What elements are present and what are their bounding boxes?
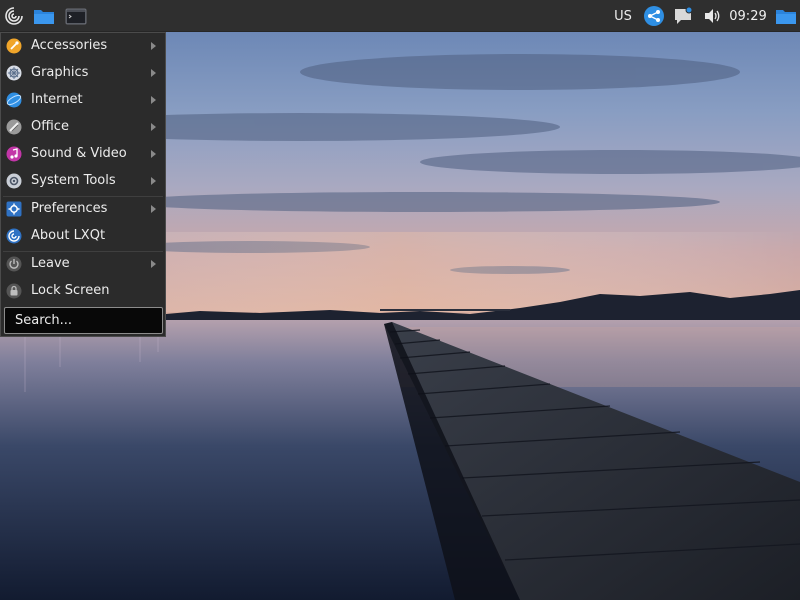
sound-video-icon bbox=[6, 146, 22, 162]
menu-item-system-tools[interactable]: System Tools bbox=[1, 168, 165, 195]
leave-icon bbox=[6, 256, 22, 272]
file-manager-launcher[interactable] bbox=[30, 0, 58, 32]
submenu-arrow-icon bbox=[151, 150, 156, 158]
clock[interactable]: 09:29 bbox=[726, 0, 770, 32]
menu-item-label: Leave bbox=[31, 256, 70, 271]
graphics-icon bbox=[6, 65, 22, 81]
menu-item-label: Accessories bbox=[31, 38, 108, 53]
submenu-arrow-icon bbox=[151, 96, 156, 104]
menu-item-label: Lock Screen bbox=[31, 283, 110, 298]
volume-icon bbox=[705, 9, 720, 23]
share-network-icon bbox=[644, 6, 664, 26]
network-tray-button[interactable] bbox=[641, 0, 667, 32]
lxqt-logo-icon bbox=[5, 7, 23, 25]
show-desktop-button[interactable] bbox=[772, 0, 800, 32]
terminal-launcher[interactable] bbox=[62, 0, 90, 32]
main-menu-button[interactable] bbox=[0, 0, 28, 32]
menu-item-label: Internet bbox=[31, 92, 83, 107]
menu-item-internet[interactable]: Internet bbox=[1, 87, 165, 114]
submenu-arrow-icon bbox=[151, 69, 156, 77]
submenu-arrow-icon bbox=[151, 205, 156, 213]
notifications-tray-button[interactable] bbox=[670, 0, 696, 32]
menu-item-preferences[interactable]: Preferences bbox=[1, 196, 165, 223]
menu-search-input[interactable] bbox=[5, 308, 162, 333]
internet-icon bbox=[6, 92, 22, 108]
submenu-arrow-icon bbox=[151, 123, 156, 131]
folder-icon bbox=[776, 10, 796, 24]
menu-item-sound-video[interactable]: Sound & Video bbox=[1, 141, 165, 168]
menu-item-about-lxqt[interactable]: About LXQt bbox=[1, 223, 165, 250]
menu-item-leave[interactable]: Leave bbox=[1, 251, 165, 278]
menu-item-lock-screen[interactable]: Lock Screen bbox=[1, 278, 165, 305]
menu-item-label: Sound & Video bbox=[31, 146, 127, 161]
volume-tray-button[interactable] bbox=[700, 0, 724, 32]
menu-item-graphics[interactable]: Graphics bbox=[1, 60, 165, 87]
accessories-icon bbox=[6, 38, 22, 54]
keyboard-layout-indicator[interactable]: US bbox=[608, 0, 638, 32]
submenu-arrow-icon bbox=[151, 177, 156, 185]
notification-icon bbox=[675, 6, 693, 24]
folder-icon bbox=[34, 10, 54, 24]
menu-item-label: About LXQt bbox=[31, 228, 106, 243]
menu-item-label: Graphics bbox=[31, 65, 89, 80]
office-icon bbox=[6, 119, 22, 135]
about-lxqt-icon bbox=[6, 228, 22, 244]
menu-item-accessories[interactable]: Accessories bbox=[1, 33, 165, 60]
menu-item-office[interactable]: Office bbox=[1, 114, 165, 141]
top-panel: US 09:29 bbox=[0, 0, 800, 32]
menu-item-label: Office bbox=[31, 119, 69, 134]
application-menu: Accessories Graphics Internet Office Sou… bbox=[0, 32, 166, 337]
terminal-icon bbox=[65, 8, 87, 25]
lock-screen-icon bbox=[6, 283, 22, 299]
menu-item-label: System Tools bbox=[31, 173, 116, 188]
system-tools-icon bbox=[6, 173, 22, 189]
submenu-arrow-icon bbox=[151, 42, 156, 50]
menu-search-box[interactable] bbox=[4, 307, 163, 334]
preferences-icon bbox=[6, 201, 22, 217]
submenu-arrow-icon bbox=[151, 260, 156, 268]
menu-item-label: Preferences bbox=[31, 201, 108, 216]
